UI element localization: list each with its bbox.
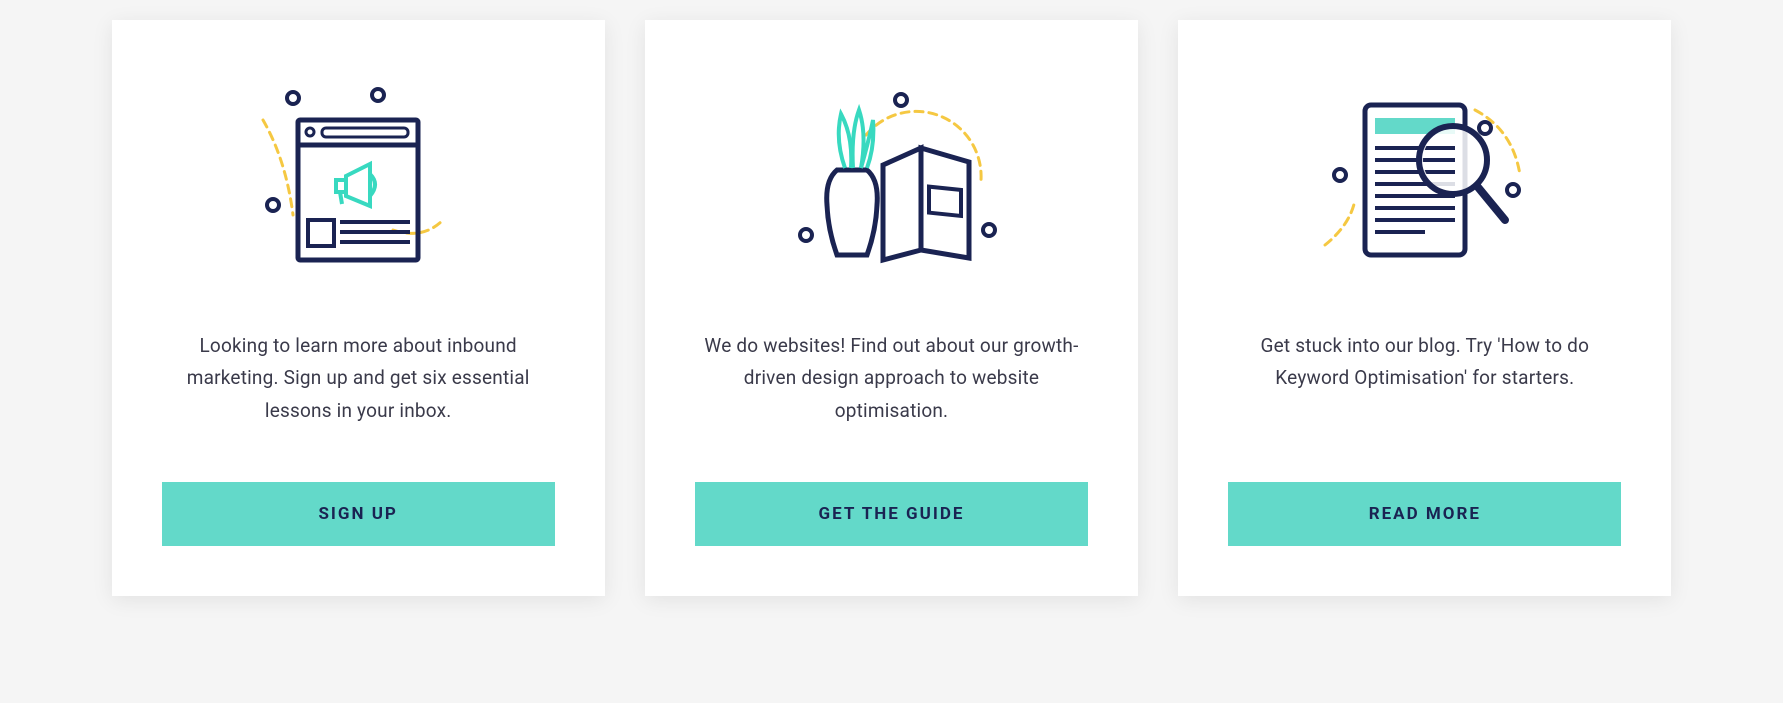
read-more-button[interactable]: READ MORE	[1228, 482, 1621, 546]
card-description: Looking to learn more about inbound mark…	[162, 330, 555, 427]
card-blog: Get stuck into our blog. Try 'How to do …	[1178, 20, 1671, 596]
book-plant-icon	[771, 70, 1011, 290]
cards-container: Looking to learn more about inbound mark…	[112, 20, 1672, 596]
card-description: Get stuck into our blog. Try 'How to do …	[1228, 330, 1621, 427]
sign-up-button[interactable]: SIGN UP	[162, 482, 555, 546]
get-the-guide-button[interactable]: GET THE GUIDE	[695, 482, 1088, 546]
megaphone-window-icon	[238, 70, 478, 290]
card-signup: Looking to learn more about inbound mark…	[112, 20, 605, 596]
card-description: We do websites! Find out about our growt…	[695, 330, 1088, 427]
card-guide: We do websites! Find out about our growt…	[645, 20, 1138, 596]
tablet-magnifier-icon	[1305, 70, 1545, 290]
